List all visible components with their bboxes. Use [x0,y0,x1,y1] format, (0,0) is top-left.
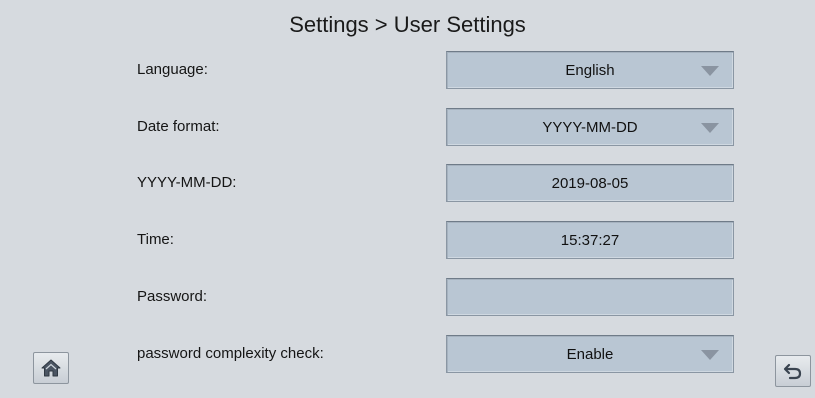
time-value: 15:37:27 [560,231,620,249]
date-label: YYYY-MM-DD: [137,174,237,191]
date-format-dropdown[interactable]: YYYY-MM-DD [446,108,734,146]
dropdown-arrow-icon [701,350,719,360]
password-complexity-label: password complexity check: [137,345,324,362]
date-format-label: Date format: [137,118,220,135]
password-row: Password: [0,278,815,318]
time-input[interactable]: 15:37:27 [446,221,734,259]
date-format-value: YYYY-MM-DD [542,118,638,136]
language-label: Language: [137,61,208,78]
back-arrow-icon [783,363,802,380]
dropdown-arrow-icon [701,123,719,133]
back-button[interactable] [775,355,811,387]
date-format-row: Date format: YYYY-MM-DD [0,108,815,148]
password-input[interactable] [446,278,734,316]
time-label: Time: [137,231,174,248]
language-dropdown[interactable]: English [446,51,734,89]
language-row: Language: English [0,51,815,91]
language-value: English [565,61,615,79]
date-row: YYYY-MM-DD: 2019-08-05 [0,164,815,204]
password-label: Password: [137,288,208,305]
date-input[interactable]: 2019-08-05 [446,164,734,202]
page-title: Settings > User Settings [289,12,526,37]
time-row: Time: 15:37:27 [0,221,815,261]
dropdown-arrow-icon [701,66,719,76]
password-complexity-dropdown[interactable]: Enable [446,335,734,373]
password-complexity-value: Enable [566,345,614,363]
home-button[interactable] [33,352,69,384]
date-value: 2019-08-05 [551,174,629,192]
password-complexity-row: password complexity check: Enable [0,335,815,375]
home-icon [41,359,61,377]
